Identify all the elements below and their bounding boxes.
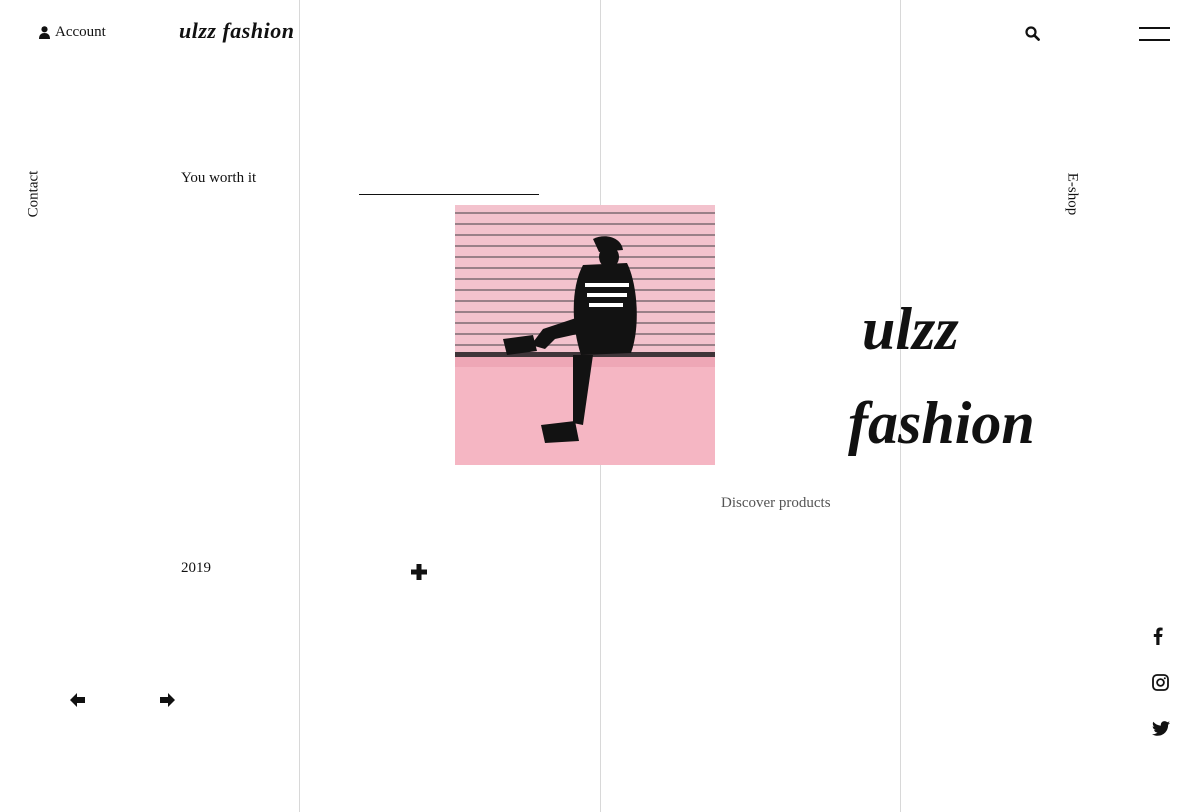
- account-label: Account: [55, 24, 106, 40]
- arrow-left-glyph: [70, 693, 85, 707]
- decorative-underline: [359, 194, 539, 195]
- hero-tagline: You worth it: [181, 170, 257, 186]
- grid-line-1: [299, 0, 300, 812]
- search-button[interactable]: [1025, 26, 1040, 46]
- brand-line-2: fashion: [848, 390, 1035, 456]
- twitter-icon[interactable]: [1152, 721, 1170, 741]
- facebook-icon[interactable]: [1153, 627, 1163, 650]
- menu-bar-bottom: [1139, 39, 1170, 41]
- facebook-glyph: [1153, 627, 1163, 645]
- photo-illustration: [455, 205, 715, 465]
- discover-products-link[interactable]: Discover products: [721, 495, 831, 512]
- menu-bar-top: [1139, 27, 1170, 29]
- fashion-photo: [455, 205, 715, 465]
- search-icon: [1025, 26, 1040, 41]
- twitter-glyph: [1152, 721, 1170, 736]
- arrow-left-icon[interactable]: [70, 693, 86, 712]
- instagram-icon[interactable]: [1152, 674, 1169, 696]
- plus-glyph: [411, 564, 427, 580]
- site-logo[interactable]: ulzz fashion: [179, 18, 294, 44]
- hamburger-menu-icon[interactable]: [1139, 27, 1170, 41]
- contact-link[interactable]: Contact: [26, 171, 43, 218]
- eshop-link[interactable]: E-shop: [1064, 173, 1081, 216]
- plus-icon[interactable]: [410, 563, 428, 581]
- user-icon: [39, 26, 50, 39]
- arrow-right-icon[interactable]: [159, 693, 175, 712]
- hero-brand-title: ulzz fashion: [848, 282, 1035, 470]
- brand-line-1: ulzz: [862, 296, 959, 362]
- account-link[interactable]: Account: [39, 24, 106, 41]
- instagram-glyph: [1152, 674, 1169, 691]
- hero-year: 2019: [181, 560, 211, 576]
- arrow-right-glyph: [160, 693, 175, 707]
